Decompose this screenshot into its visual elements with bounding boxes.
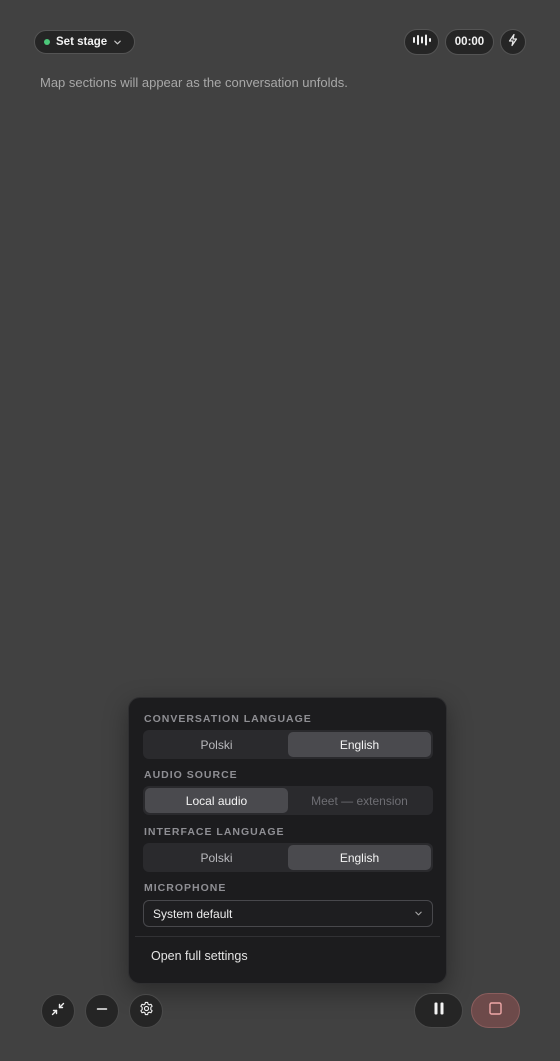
conversation-language-polski[interactable]: Polski bbox=[145, 732, 288, 757]
interface-language-polski[interactable]: Polski bbox=[145, 845, 288, 870]
microphone-select[interactable]: System default bbox=[143, 900, 433, 927]
collapse-icon bbox=[51, 1002, 65, 1021]
app-window: Set stage 00:00 Map sections will appear… bbox=[0, 0, 560, 1061]
audio-level-button[interactable] bbox=[404, 29, 439, 55]
audio-source-label: AUDIO SOURCE bbox=[144, 769, 238, 781]
pause-icon bbox=[433, 1002, 445, 1020]
microphone-label: MICROPHONE bbox=[144, 882, 227, 894]
microphone-value: System default bbox=[153, 906, 233, 921]
status-dot bbox=[44, 39, 50, 45]
collapse-button[interactable] bbox=[41, 994, 75, 1028]
panel-divider bbox=[135, 936, 440, 937]
top-toolbar: 00:00 bbox=[404, 29, 526, 55]
chevron-down-icon bbox=[414, 907, 423, 921]
settings-popover: CONVERSATION LANGUAGE Polski English AUD… bbox=[128, 697, 447, 984]
flash-button[interactable] bbox=[500, 29, 526, 55]
timer-display: 00:00 bbox=[445, 29, 494, 55]
audio-source-local[interactable]: Local audio bbox=[145, 788, 288, 813]
audio-source-toggle: Local audio Meet — extension bbox=[143, 786, 433, 815]
waveform-icon bbox=[412, 33, 432, 51]
set-stage-button[interactable]: Set stage bbox=[34, 30, 136, 54]
interface-language-english[interactable]: English bbox=[288, 845, 431, 870]
audio-source-meet-extension[interactable]: Meet — extension bbox=[288, 788, 431, 813]
gear-icon bbox=[139, 1001, 154, 1021]
stage-label: Set stage bbox=[56, 36, 108, 48]
settings-button[interactable] bbox=[129, 994, 163, 1028]
chevron-down-icon bbox=[113, 38, 122, 47]
flash-icon bbox=[506, 33, 520, 52]
conversation-language-english[interactable]: English bbox=[288, 732, 431, 757]
stop-icon bbox=[489, 1001, 502, 1020]
empty-map-hint: Map sections will appear as the conversa… bbox=[40, 75, 348, 90]
minimize-button[interactable] bbox=[85, 994, 119, 1028]
pause-button[interactable] bbox=[414, 993, 463, 1028]
conversation-language-toggle: Polski English bbox=[143, 730, 433, 759]
open-full-settings-link[interactable]: Open full settings bbox=[151, 949, 248, 963]
minimize-icon bbox=[96, 1002, 108, 1020]
interface-language-label: INTERFACE LANGUAGE bbox=[144, 826, 285, 838]
stop-button[interactable] bbox=[471, 993, 520, 1028]
conversation-language-label: CONVERSATION LANGUAGE bbox=[144, 713, 312, 725]
interface-language-toggle: Polski English bbox=[143, 843, 433, 872]
